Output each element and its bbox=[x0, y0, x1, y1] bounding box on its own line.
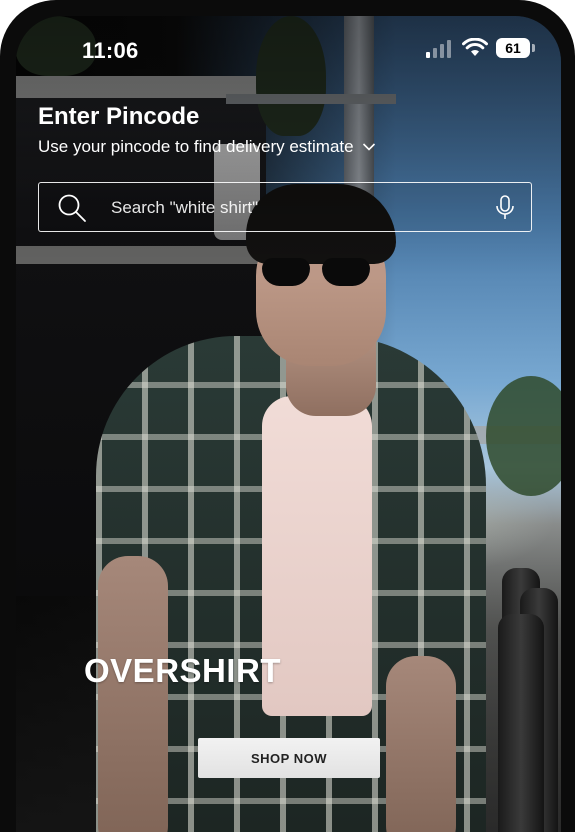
shop-now-button[interactable]: SHOP NOW bbox=[198, 738, 380, 778]
model-arm-left bbox=[98, 556, 168, 832]
microphone-icon[interactable] bbox=[493, 195, 517, 221]
chevron-down-icon[interactable] bbox=[362, 142, 376, 152]
pincode-subtitle-text: Use your pincode to find delivery estima… bbox=[38, 137, 354, 156]
hero-title: OVERSHIRT bbox=[84, 652, 282, 689]
wifi-icon bbox=[462, 38, 488, 56]
pincode-selector[interactable]: Enter Pincode Use your pincode to find d… bbox=[38, 102, 518, 158]
background-bollard bbox=[498, 614, 544, 832]
status-time: 11:06 bbox=[82, 38, 139, 63]
model-arm-right bbox=[386, 656, 456, 832]
cellular-signal-icon bbox=[426, 40, 451, 58]
battery-level: 61 bbox=[505, 40, 521, 56]
search-input[interactable] bbox=[109, 191, 473, 225]
battery-icon: 61 bbox=[496, 38, 536, 58]
pincode-subtitle[interactable]: Use your pincode to find delivery estima… bbox=[38, 136, 518, 158]
status-bar: 11:06 61 bbox=[16, 16, 561, 70]
pincode-title: Enter Pincode bbox=[38, 103, 200, 130]
search-icon bbox=[58, 194, 86, 222]
background-trees bbox=[486, 376, 561, 496]
search-bar[interactable] bbox=[38, 182, 532, 232]
